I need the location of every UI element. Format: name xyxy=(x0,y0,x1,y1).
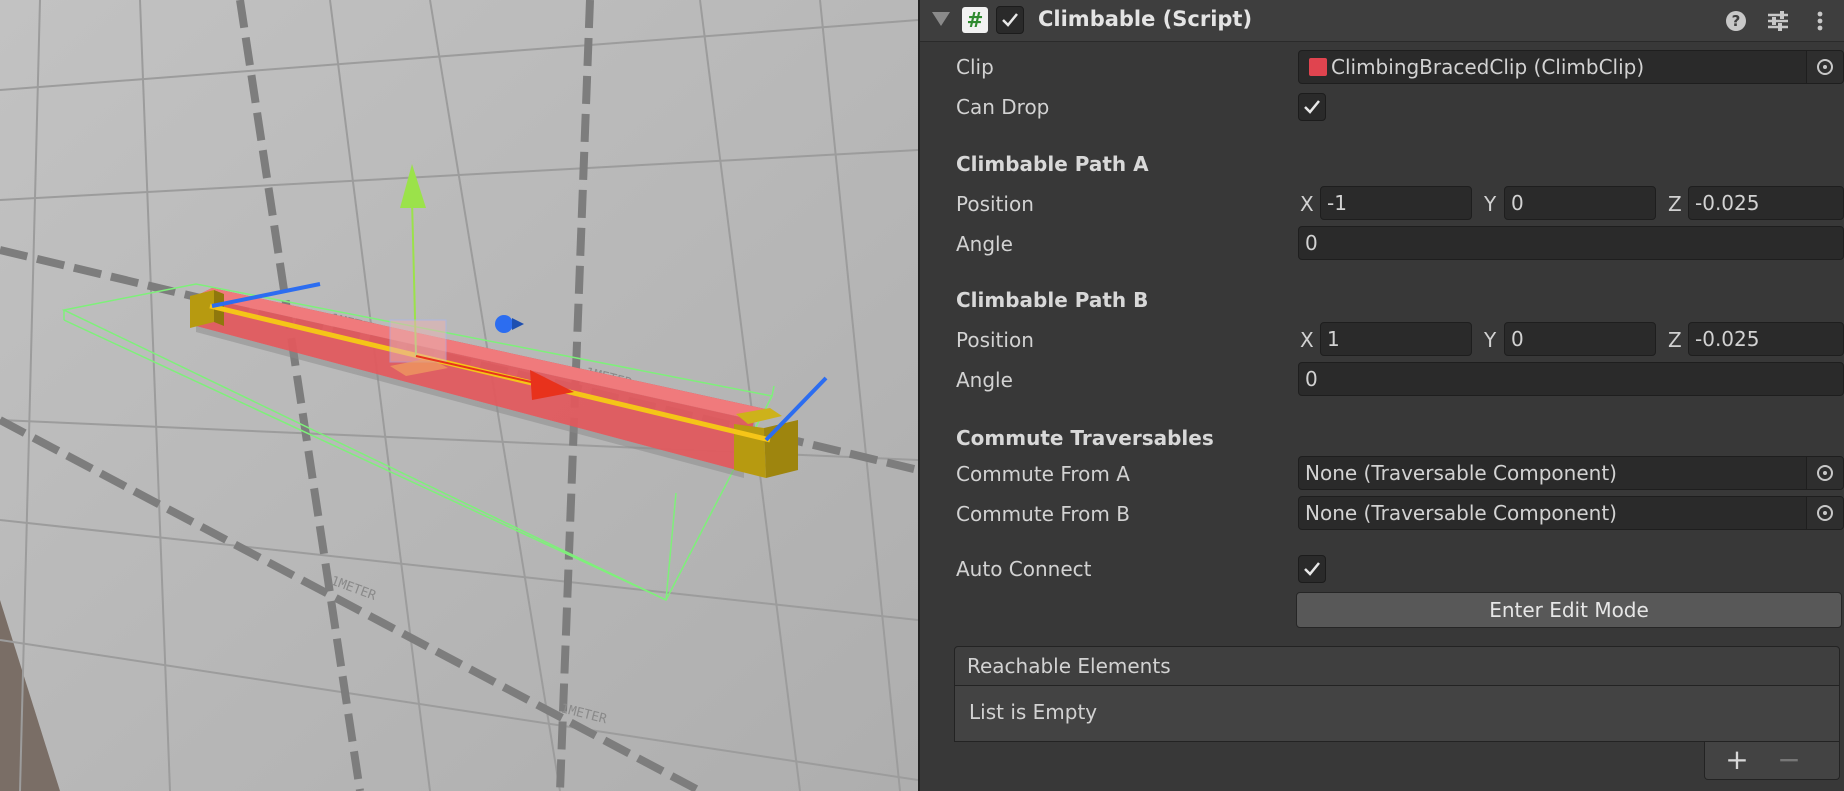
path-b-z-label[interactable]: Z xyxy=(1668,328,1682,352)
object-picker-icon[interactable] xyxy=(1806,457,1843,489)
clip-label: Clip xyxy=(956,55,994,79)
path-a-angle-field[interactable]: 0 xyxy=(1298,226,1844,260)
auto-connect-label: Auto Connect xyxy=(956,557,1092,581)
can-drop-checkbox[interactable] xyxy=(1298,93,1326,121)
can-drop-label: Can Drop xyxy=(956,95,1050,119)
path-a-angle-label: Angle xyxy=(956,232,1013,256)
component-enabled-toggle[interactable] xyxy=(996,6,1024,34)
path-b-y-field[interactable]: 0 xyxy=(1504,322,1656,356)
object-picker-icon[interactable] xyxy=(1806,51,1843,83)
help-icon[interactable]: ? xyxy=(1724,9,1748,33)
clip-value: ClimbingBracedClip (ClimbClip) xyxy=(1331,55,1645,79)
checkmark-icon xyxy=(1304,100,1320,114)
path-a-x-label[interactable]: X xyxy=(1300,192,1314,216)
presets-icon[interactable] xyxy=(1766,9,1790,33)
path-a-y-field[interactable]: 0 xyxy=(1504,186,1656,220)
reachable-elements-list: List is Empty xyxy=(954,686,1840,742)
path-a-x-field[interactable]: -1 xyxy=(1320,186,1472,220)
commute-from-b-value: None (Traversable Component) xyxy=(1305,501,1617,525)
commute-from-a-field[interactable]: None (Traversable Component) xyxy=(1298,456,1844,490)
more-options-icon[interactable] xyxy=(1808,9,1832,33)
script-icon: # xyxy=(962,7,988,33)
object-picker-icon[interactable] xyxy=(1806,497,1843,529)
path-b-angle-label: Angle xyxy=(956,368,1013,392)
clip-object-field[interactable]: ClimbingBracedClip (ClimbClip) xyxy=(1298,50,1844,84)
path-a-y-label[interactable]: Y xyxy=(1484,192,1496,216)
auto-connect-checkbox[interactable] xyxy=(1298,555,1326,583)
path-b-position-label: Position xyxy=(956,328,1034,352)
path-b-z-field[interactable]: -0.025 xyxy=(1688,322,1844,356)
path-a-z-field[interactable]: -0.025 xyxy=(1688,186,1844,220)
path-b-heading: Climbable Path B xyxy=(956,288,1149,312)
foldout-arrow-icon[interactable] xyxy=(932,12,950,26)
svg-text:?: ? xyxy=(1732,12,1741,30)
path-b-x-field[interactable]: 1 xyxy=(1320,322,1472,356)
path-b-x-label[interactable]: X xyxy=(1300,328,1314,352)
commute-from-b-label: Commute From B xyxy=(956,502,1130,526)
component-title: Climbable (Script) xyxy=(1038,7,1253,31)
scene-canvas[interactable]: 1METER 1METER 1METER 1METER xyxy=(0,0,918,791)
commute-from-b-field[interactable]: None (Traversable Component) xyxy=(1298,496,1844,530)
scene-view[interactable]: 1METER 1METER 1METER 1METER xyxy=(0,0,918,791)
checkmark-icon xyxy=(1002,13,1018,27)
reachable-elements-header[interactable]: Reachable Elements xyxy=(954,646,1840,686)
remove-element-button[interactable]: − xyxy=(1769,744,1809,776)
commute-from-a-label: Commute From A xyxy=(956,462,1130,486)
list-footer: + − xyxy=(1704,742,1840,780)
path-a-heading: Climbable Path A xyxy=(956,152,1149,176)
clip-asset-icon xyxy=(1309,58,1327,76)
commute-from-a-value: None (Traversable Component) xyxy=(1305,461,1617,485)
commute-heading: Commute Traversables xyxy=(956,426,1214,450)
add-element-button[interactable]: + xyxy=(1717,744,1757,776)
checkmark-icon xyxy=(1304,562,1320,576)
z-axis-handle-icon xyxy=(495,315,513,333)
path-a-z-label[interactable]: Z xyxy=(1668,192,1682,216)
path-b-angle-field[interactable]: 0 xyxy=(1298,362,1844,396)
enter-edit-mode-button[interactable]: Enter Edit Mode xyxy=(1296,592,1842,628)
path-a-position-label: Position xyxy=(956,192,1034,216)
component-header[interactable]: # Climbable (Script) ? xyxy=(920,0,1844,42)
path-b-y-label[interactable]: Y xyxy=(1484,328,1496,352)
